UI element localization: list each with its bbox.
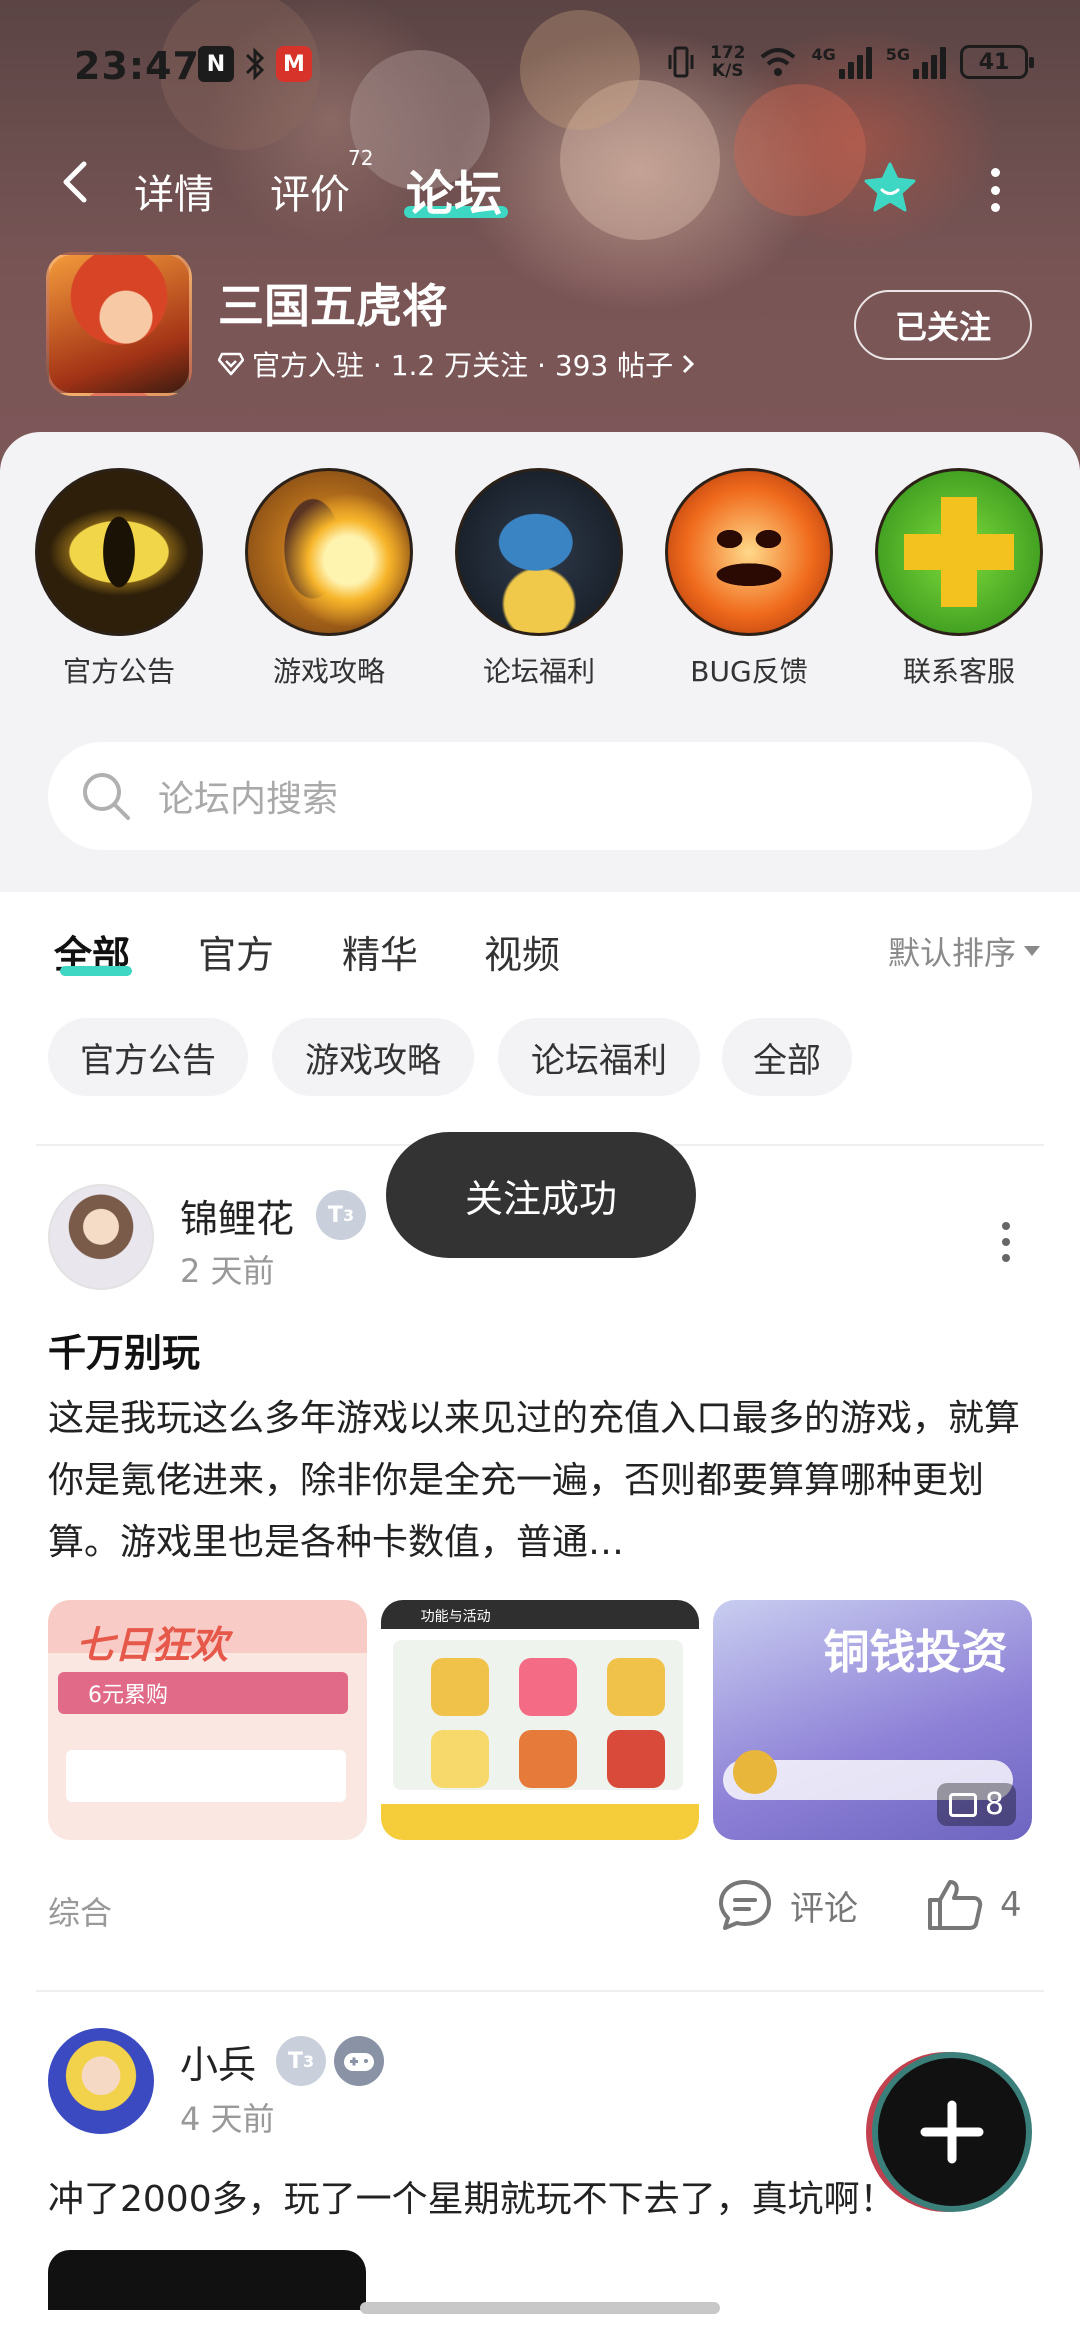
user-level-badge: T3 bbox=[276, 2036, 326, 2086]
bank-app-icon: M bbox=[276, 46, 312, 82]
net-speed: 172 K/S bbox=[709, 43, 746, 81]
user-level-badge: T3 bbox=[316, 1190, 366, 1240]
avatar[interactable] bbox=[48, 2028, 154, 2134]
top-nav: 详情 评价 72 论坛 bbox=[0, 140, 1080, 230]
signal-2-icon: 5G bbox=[886, 45, 946, 79]
post-image[interactable]: 功能与活动 bbox=[380, 1600, 700, 1840]
status-left-icons: N M bbox=[198, 46, 312, 82]
game-app-icon bbox=[46, 252, 192, 396]
gamepad-badge-icon bbox=[334, 2036, 384, 2086]
status-right-icons: 172 K/S 4G 5G 41 bbox=[666, 43, 1034, 81]
diamond-verified-icon bbox=[218, 352, 244, 376]
signal-1-icon: 4G bbox=[811, 45, 872, 79]
chevron-right-icon bbox=[683, 354, 695, 374]
activity-icon bbox=[606, 1658, 665, 1716]
reviews-count-badge: 72 bbox=[348, 146, 374, 170]
activity-icon bbox=[518, 1658, 577, 1716]
thumbs-up-icon bbox=[928, 1880, 983, 1930]
wifi-icon bbox=[761, 48, 796, 76]
back-arrow-icon[interactable] bbox=[56, 158, 96, 206]
dragon-eye-icon bbox=[35, 468, 203, 636]
shortcut-game-guide[interactable]: 游戏攻略 bbox=[234, 468, 424, 690]
like-button[interactable]: 4 bbox=[926, 1878, 1022, 1932]
filter-tab-featured[interactable]: 精华 bbox=[342, 924, 418, 979]
post-filter-tabs: 全部 官方 精华 视频 默认排序 bbox=[0, 892, 1080, 1012]
forum-search-bar[interactable]: 论坛内搜索 bbox=[48, 742, 1032, 850]
bluetooth-icon bbox=[245, 47, 265, 81]
comment-button[interactable]: 评论 bbox=[716, 1878, 858, 1932]
filter-tab-indicator bbox=[60, 966, 132, 976]
forum-header-card: 官方公告 游戏攻略 论坛福利 BUG反馈 联系客服 论坛内搜索 bbox=[0, 432, 1080, 892]
activity-icon bbox=[518, 1730, 577, 1788]
post-time: 4 天前 bbox=[180, 2100, 275, 2138]
game-meta[interactable]: 官方入驻 · 1.2 万关注 · 393 帖子 bbox=[218, 344, 695, 384]
torch-hand-icon bbox=[245, 468, 413, 636]
comment-icon bbox=[719, 1880, 771, 1930]
activity-icon bbox=[430, 1730, 489, 1788]
gift-fist-icon bbox=[455, 468, 623, 636]
green-cross-icon bbox=[875, 468, 1043, 636]
post-image[interactable]: 铜钱投资 8 bbox=[713, 1600, 1033, 1840]
follow-button[interactable]: 已关注 bbox=[854, 290, 1032, 360]
more-options-icon[interactable] bbox=[988, 168, 1002, 212]
filter-tab-video[interactable]: 视频 bbox=[484, 924, 560, 979]
battery-icon: 41 bbox=[960, 45, 1034, 79]
shortcut-bug-report[interactable]: BUG反馈 bbox=[654, 468, 844, 690]
status-time: 23:47 bbox=[74, 44, 200, 88]
post-image[interactable] bbox=[48, 2250, 366, 2310]
search-placeholder: 论坛内搜索 bbox=[158, 779, 339, 820]
category-chips: 官方公告 游戏攻略 论坛福利 全部 bbox=[0, 1018, 1080, 1098]
shortcut-customer-service[interactable]: 联系客服 bbox=[864, 468, 1054, 690]
nfc-icon: N bbox=[198, 46, 234, 82]
post-author-name[interactable]: 锦鲤花 bbox=[180, 1188, 294, 1243]
tab-details[interactable]: 详情 bbox=[134, 162, 214, 220]
chip-official-notice[interactable]: 官方公告 bbox=[48, 1018, 248, 1096]
post-author-name[interactable]: 小兵 bbox=[180, 2034, 256, 2089]
shortcut-official-notice[interactable]: 官方公告 bbox=[24, 468, 214, 690]
post-body[interactable]: 这是我玩这么多年游戏以来见过的充值入口最多的游戏，就算你是氪佬进来，除非你是全充… bbox=[48, 1388, 1028, 1574]
tab-reviews[interactable]: 评价 bbox=[270, 162, 350, 220]
status-bar: 23:47 N M 172 K/S 4G 5G 41 bbox=[0, 0, 1080, 130]
pumpkin-icon bbox=[665, 468, 833, 636]
search-icon bbox=[83, 773, 130, 820]
image-count-badge: 8 bbox=[936, 1783, 1017, 1826]
caret-down-icon bbox=[1024, 946, 1040, 956]
favorite-star-icon[interactable] bbox=[862, 160, 918, 216]
toast-message: 关注成功 bbox=[386, 1132, 696, 1258]
post-body[interactable]: 冲了2000多，玩了一个星期就玩不下去了，真坑啊！ bbox=[48, 2170, 896, 2222]
chip-forum-benefits[interactable]: 论坛福利 bbox=[498, 1018, 700, 1096]
activity-icon bbox=[430, 1658, 489, 1716]
filter-tab-official[interactable]: 官方 bbox=[198, 924, 274, 979]
sort-dropdown[interactable]: 默认排序 bbox=[888, 928, 1040, 974]
post-more-icon[interactable] bbox=[1000, 1222, 1012, 1262]
divider bbox=[36, 1990, 1044, 1992]
image-icon bbox=[948, 1792, 977, 1817]
post-category[interactable]: 综合 bbox=[48, 1888, 112, 1934]
post-images: 七日狂欢 6元累购 功能与活动 铜钱投资 8 bbox=[48, 1600, 1033, 1840]
post-time: 2 天前 bbox=[180, 1252, 275, 1290]
create-post-button[interactable] bbox=[872, 2052, 1032, 2212]
vibrate-icon bbox=[668, 46, 694, 78]
plus-icon bbox=[920, 2100, 984, 2164]
game-title: 三国五虎将 bbox=[218, 279, 448, 333]
home-indicator[interactable] bbox=[360, 2302, 720, 2314]
avatar[interactable] bbox=[48, 1184, 154, 1290]
shortcut-row: 官方公告 游戏攻略 论坛福利 BUG反馈 联系客服 bbox=[0, 468, 1080, 708]
activity-icon bbox=[606, 1730, 665, 1788]
tab-forum[interactable]: 论坛 bbox=[406, 154, 502, 224]
chip-game-guide[interactable]: 游戏攻略 bbox=[272, 1018, 474, 1096]
post-image[interactable]: 七日狂欢 6元累购 bbox=[48, 1600, 367, 1840]
shortcut-forum-benefits[interactable]: 论坛福利 bbox=[444, 468, 634, 690]
game-meta-text: 官方入驻 · 1.2 万关注 · 393 帖子 bbox=[252, 349, 674, 382]
chip-all[interactable]: 全部 bbox=[722, 1018, 852, 1096]
post-title[interactable]: 千万别玩 bbox=[48, 1322, 200, 1377]
